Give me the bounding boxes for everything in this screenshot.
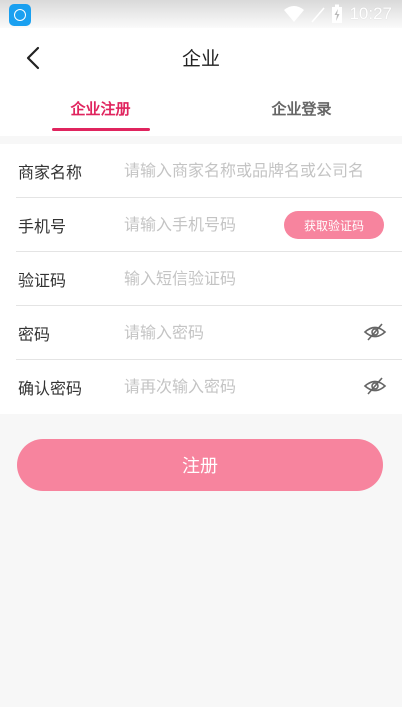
tab-bar: 企业注册 企业登录 <box>0 88 402 136</box>
register-submit-button[interactable]: 注册 <box>17 439 383 491</box>
verify-code-label: 验证码 <box>18 271 67 290</box>
eye-hidden-icon <box>363 377 387 395</box>
password-row: 密码 <box>16 306 402 360</box>
phone-row: 手机号 获取验证码 <box>16 198 402 252</box>
password-input[interactable] <box>124 319 344 345</box>
status-icons: 10:27 <box>283 3 392 25</box>
verify-code-input[interactable] <box>124 265 384 291</box>
registration-form: 商家名称 手机号 获取验证码 验证码 密码 确认密码 <box>0 144 402 414</box>
verify-code-row: 验证码 <box>16 252 402 306</box>
confirm-password-label: 确认密码 <box>18 379 83 398</box>
merchant-name-input[interactable] <box>124 157 384 183</box>
app-header: 企业 <box>0 28 402 88</box>
confirm-password-input[interactable] <box>124 373 344 399</box>
wifi-icon <box>284 6 305 22</box>
app-notification-icon <box>9 4 31 26</box>
eye-hidden-icon <box>363 323 387 341</box>
confirm-password-visibility-toggle[interactable] <box>362 375 388 397</box>
get-code-button[interactable]: 获取验证码 <box>284 211 384 239</box>
phone-input[interactable] <box>124 211 274 237</box>
tab-login[interactable]: 企业登录 <box>201 98 402 119</box>
active-tab-indicator <box>52 128 150 131</box>
tab-register[interactable]: 企业注册 <box>0 98 201 119</box>
password-visibility-toggle[interactable] <box>362 321 388 343</box>
signal-icon <box>311 7 326 23</box>
battery-charging-icon <box>332 4 343 23</box>
merchant-name-label: 商家名称 <box>18 163 83 182</box>
merchant-name-row: 商家名称 <box>16 144 402 198</box>
clock-time: 10:27 <box>349 4 392 23</box>
confirm-password-row: 确认密码 <box>16 360 402 414</box>
page-title: 企业 <box>181 48 220 70</box>
status-bar: 10:27 <box>0 0 402 28</box>
phone-label: 手机号 <box>18 217 67 236</box>
password-label: 密码 <box>18 325 51 344</box>
